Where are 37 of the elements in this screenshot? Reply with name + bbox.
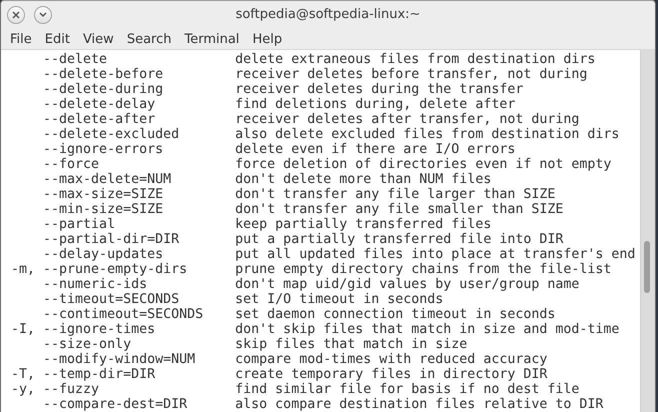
terminal-line: --partial-dir=DIR put a partially transferred file into DIR [42, 232, 564, 247]
terminal-line: --modify-window=NUM compare mod-times with reduced accuracy [42, 352, 548, 367]
terminal-line: --size-only skip files that match in size [42, 337, 468, 352]
terminal-line: --contimeout=SECONDS set daemon connection timeout in seconds [42, 307, 556, 322]
terminal-line: --max-size=SIZE don't transfer any file larger than SIZE [42, 187, 556, 202]
terminal-line: -y, --fuzzy find similar file for basis if no dest file [11, 382, 580, 397]
minimize-button[interactable] [34, 6, 52, 24]
menu-item[interactable]: File [4, 32, 39, 46]
terminal-line: --timeout=SECONDS set I/O timeout in seconds [42, 292, 444, 307]
scrollbar-thumb[interactable] [644, 241, 650, 293]
terminal-line: --delete-before receiver deletes before transfer, not during [42, 67, 588, 82]
terminal-line: -m, --prune-empty-dirs prune empty directory chains from the file-list [11, 262, 612, 277]
terminal-line: -T, --temp-dir=DIR create temporary files in directory DIR [11, 367, 548, 382]
chevron-down-icon [38, 11, 48, 19]
terminal-line: --delete-excluded also delete excluded files from destination dirs [42, 127, 620, 142]
terminal-line: --delay-updates put all updated files into place at transfer's end [42, 247, 636, 262]
terminal-line: --delete-after receiver deletes after transfer, not during [42, 112, 580, 127]
terminal-line: --force force deletion of directories even if not empty [42, 157, 612, 172]
terminal-line: --max-delete=NUM don't delete more than NUM files [42, 172, 492, 187]
terminal-line: --numeric-ids don't map uid/gid values by user/group name [42, 277, 580, 292]
close-icon [11, 10, 21, 20]
terminal-line: -I, --ignore-times don't skip files that match in size and mod-time [11, 322, 620, 337]
menu-item[interactable]: Edit [38, 32, 77, 46]
menu-item[interactable]: Terminal [178, 32, 246, 46]
close-button[interactable] [7, 6, 25, 24]
terminal-line: --delete delete extraneous files from destination dirs [42, 52, 596, 67]
menu-item[interactable]: View [76, 32, 121, 46]
window-title: softpedia@softpedia-linux:~ [236, 7, 420, 22]
terminal-line: --delete-delay find deletions during, delete after [42, 97, 516, 112]
menu-item[interactable]: Search [120, 32, 178, 46]
terminal-line: --partial keep partially transferred files [42, 217, 492, 232]
menu-item[interactable]: Help [246, 32, 290, 46]
terminal-line: --delete-during receiver deletes during the transfer [42, 82, 524, 97]
terminal-line: --ignore-errors delete even if there are I/O errors [42, 142, 516, 157]
terminal-line: --compare-dest=DIR also compare destination files relative to DIR [42, 397, 604, 412]
terminal-line: --min-size=SIZE don't transfer any file smaller than SIZE [42, 202, 564, 217]
scrollbar[interactable] [640, 50, 655, 412]
